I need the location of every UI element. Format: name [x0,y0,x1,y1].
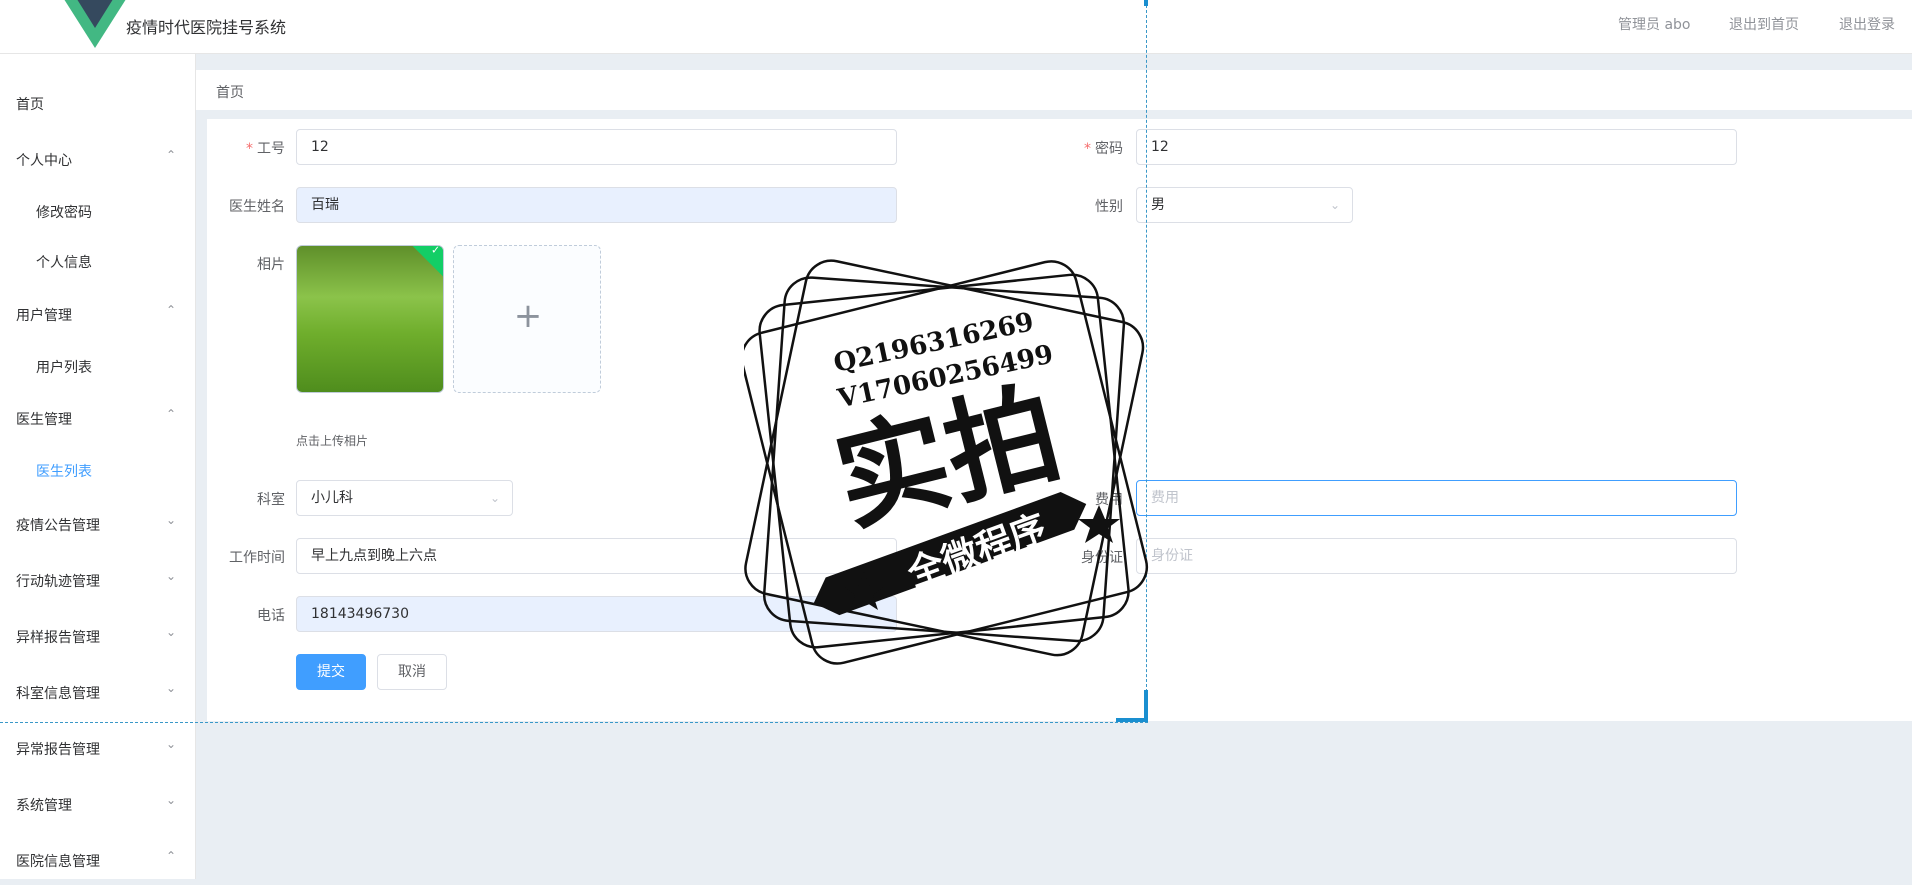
fee-input[interactable]: 费用 [1136,480,1737,516]
selection-guide-horizontal [0,722,1148,723]
back-to-home-link[interactable]: 退出到首页 [1729,14,1799,34]
sidebar-item[interactable]: 首页 [0,78,196,128]
sidebar-item[interactable]: 系统管理 ⌄ [0,779,196,829]
upload-success-badge: ✓ [411,245,443,278]
check-icon: ✓ [431,245,441,257]
doctor-name-label: 医生姓名 [229,199,285,215]
chevron-down-icon: ⌄ [489,491,500,505]
selection-top-marker [1144,0,1148,6]
watermark-stamp: Q2196316269 V17060256499 实拍 全微程序 [740,250,1164,670]
work-time-label: 工作时间 [229,550,285,566]
vue-logo-icon [64,0,126,48]
sidebar-item-label: 个人中心 [16,153,72,169]
breadcrumb: 首页 [196,70,1912,110]
sidebar-item-label: 首页 [16,97,44,113]
sidebar-item[interactable]: 异常报告管理 ⌄ [0,723,196,773]
sidebar-item-label: 用户列表 [36,360,92,376]
password-label: * 密码 [1084,141,1123,157]
logout-link[interactable]: 退出登录 [1839,14,1895,34]
gender-select[interactable]: 男 ⌄ [1136,187,1353,223]
breadcrumb-home[interactable]: 首页 [216,82,244,102]
department-label: 科室 [257,492,285,508]
department-select[interactable]: 小儿科 ⌄ [296,480,513,516]
chevron-down-icon: ⌄ [165,569,176,583]
chevron-down-icon: ⌄ [1329,198,1340,212]
sidebar-item-label: 异样报告管理 [16,630,100,646]
sidebar-item[interactable]: 医生列表 [0,445,196,495]
password-input[interactable]: 12 [1136,129,1737,165]
app-title: 疫情时代医院挂号系统 [126,18,287,37]
sidebar-item-label: 系统管理 [16,798,72,814]
chevron-down-icon: ⌄ [165,625,176,639]
gender-value: 男 [1151,197,1165,213]
job-no-label: * 工号 [246,141,285,157]
chevron-down-icon: ⌄ [165,793,176,807]
gender-label: 性别 [1095,199,1123,215]
submit-button[interactable]: 提交 [296,654,366,690]
chevron-up-icon: ⌃ [165,303,176,317]
sidebar-item[interactable]: 个人信息 [0,236,196,286]
sidebar-item-label: 医生列表 [36,464,92,480]
photo-label: 相片 [257,257,285,273]
job-no-input[interactable]: 12 [296,129,897,165]
chevron-up-icon: ⌃ [165,849,176,863]
sidebar-item[interactable]: 医院信息管理 ⌃ [0,835,196,885]
selection-corner-handle [1116,690,1148,722]
admin-user-label[interactable]: 管理员 abo [1618,14,1690,34]
doctor-name-input[interactable]: 百瑞 [296,187,897,223]
sidebar-item-label: 个人信息 [36,255,92,271]
chevron-up-icon: ⌃ [165,148,176,162]
chevron-down-icon: ⌄ [165,513,176,527]
phone-label: 电话 [257,608,285,624]
chevron-up-icon: ⌃ [165,407,176,421]
chevron-down-icon: ⌄ [165,681,176,695]
chevron-down-icon: ⌄ [165,737,176,751]
sidebar-item[interactable]: 用户管理 ⌃ [0,289,196,339]
sidebar-item[interactable]: 用户列表 [0,341,196,391]
sidebar-item[interactable]: 行动轨迹管理 ⌄ [0,555,196,605]
photo-upload-hint: 点击上传相片 [296,434,369,448]
sidebar-item[interactable]: 异样报告管理 ⌄ [0,611,196,661]
sidebar-item-label: 医院信息管理 [16,854,100,870]
sidebar-item-label: 科室信息管理 [16,686,100,702]
sidebar-item-label: 疫情公告管理 [16,518,100,534]
id-card-input[interactable]: 身份证 [1136,538,1737,574]
sidebar-item[interactable]: 医生管理 ⌃ [0,393,196,443]
sidebar-item-label: 行动轨迹管理 [16,574,100,590]
department-value: 小儿科 [311,490,353,506]
top-header: 疫情时代医院挂号系统 管理员 abo 退出到首页 退出登录 [0,0,1912,54]
cancel-button[interactable]: 取消 [377,654,447,690]
sidebar-menu: 首页个人中心 ⌃ 修改密码个人信息用户管理 ⌃ 用户列表医生管理 ⌃ 医生列表疫情公告管理 ⌄… [0,54,196,879]
sidebar-item[interactable]: 个人中心 ⌃ [0,134,196,184]
sidebar-item-label: 用户管理 [16,308,72,324]
sidebar-item[interactable]: 科室信息管理 ⌄ [0,667,196,717]
sidebar-item-label: 修改密码 [36,205,92,221]
sidebar-item-label: 医生管理 [16,412,72,428]
sidebar-item-label: 异常报告管理 [16,742,100,758]
photo-upload-button[interactable]: + [453,245,601,393]
uploaded-photo-thumbnail[interactable]: ✓ [296,245,444,393]
plus-icon: + [513,296,543,336]
sidebar-item[interactable]: 疫情公告管理 ⌄ [0,499,196,549]
sidebar-item[interactable]: 修改密码 [0,186,196,236]
